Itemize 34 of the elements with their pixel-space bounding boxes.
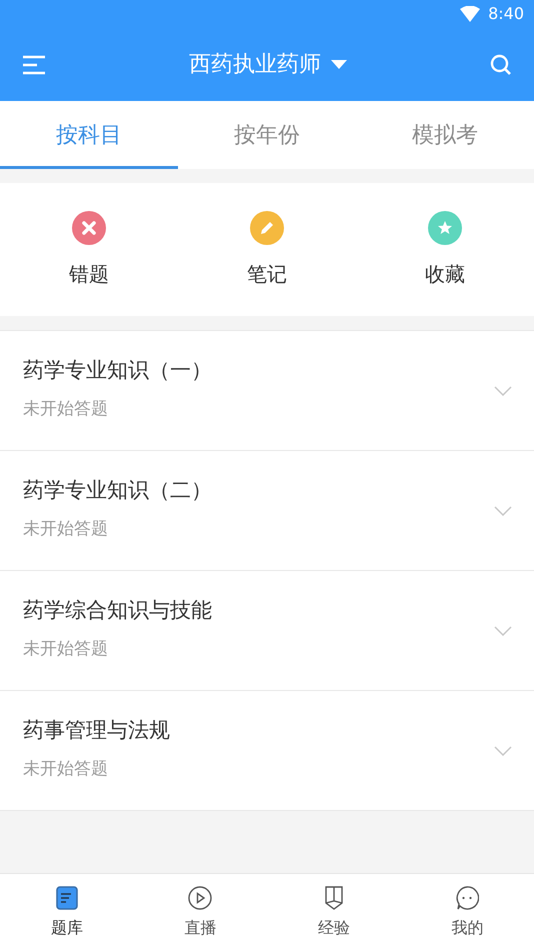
nav-tab[interactable]: 我的 [400,874,534,949]
chevron-down-icon[interactable] [494,746,512,756]
subject-row[interactable]: 药学综合知识与技能 未开始答题 [0,571,534,691]
chevron-down-icon[interactable] [494,386,512,396]
shortcut-label[interactable]: 收藏 [425,259,465,289]
shortcut-label[interactable]: 错题 [69,259,109,289]
subject-row[interactable]: 药学专业知识（一） 未开始答题 [0,331,534,451]
status-time: 8:40 [488,3,524,25]
search-icon[interactable] [490,54,512,76]
chat-icon [455,886,480,910]
caret-icon [331,60,347,69]
pencil-icon[interactable] [250,211,284,245]
subject-title: 药事管理与法规 [23,717,171,744]
book-icon [56,886,78,910]
subject-status: 未开始答题 [23,518,109,540]
subject-title: 药学专业知识（二） [23,477,213,504]
nav-tab[interactable]: 经验 [267,874,400,949]
wifi-icon [460,6,480,22]
subject-row[interactable]: 药学专业知识（二） 未开始答题 [0,451,534,571]
subject-title: 药学综合知识与技能 [23,597,213,624]
chevron-down-icon[interactable] [494,506,512,516]
shortcut-label[interactable]: 笔记 [247,259,287,289]
play-icon [188,886,212,910]
menu-icon[interactable] [22,54,46,74]
chevron-down-icon[interactable] [494,626,512,636]
subject-row[interactable]: 药事管理与法规 未开始答题 [0,691,534,811]
subject-status: 未开始答题 [23,758,109,780]
bookmark-icon [324,886,344,910]
subject-title: 药学专业知识（一） [23,357,213,384]
cross-icon[interactable] [72,211,106,245]
nav-tab[interactable]: 直播 [134,874,267,949]
subject-status: 未开始答题 [23,398,109,420]
nav-tab[interactable]: 题库 [0,874,134,949]
subject-status: 未开始答题 [23,638,109,660]
